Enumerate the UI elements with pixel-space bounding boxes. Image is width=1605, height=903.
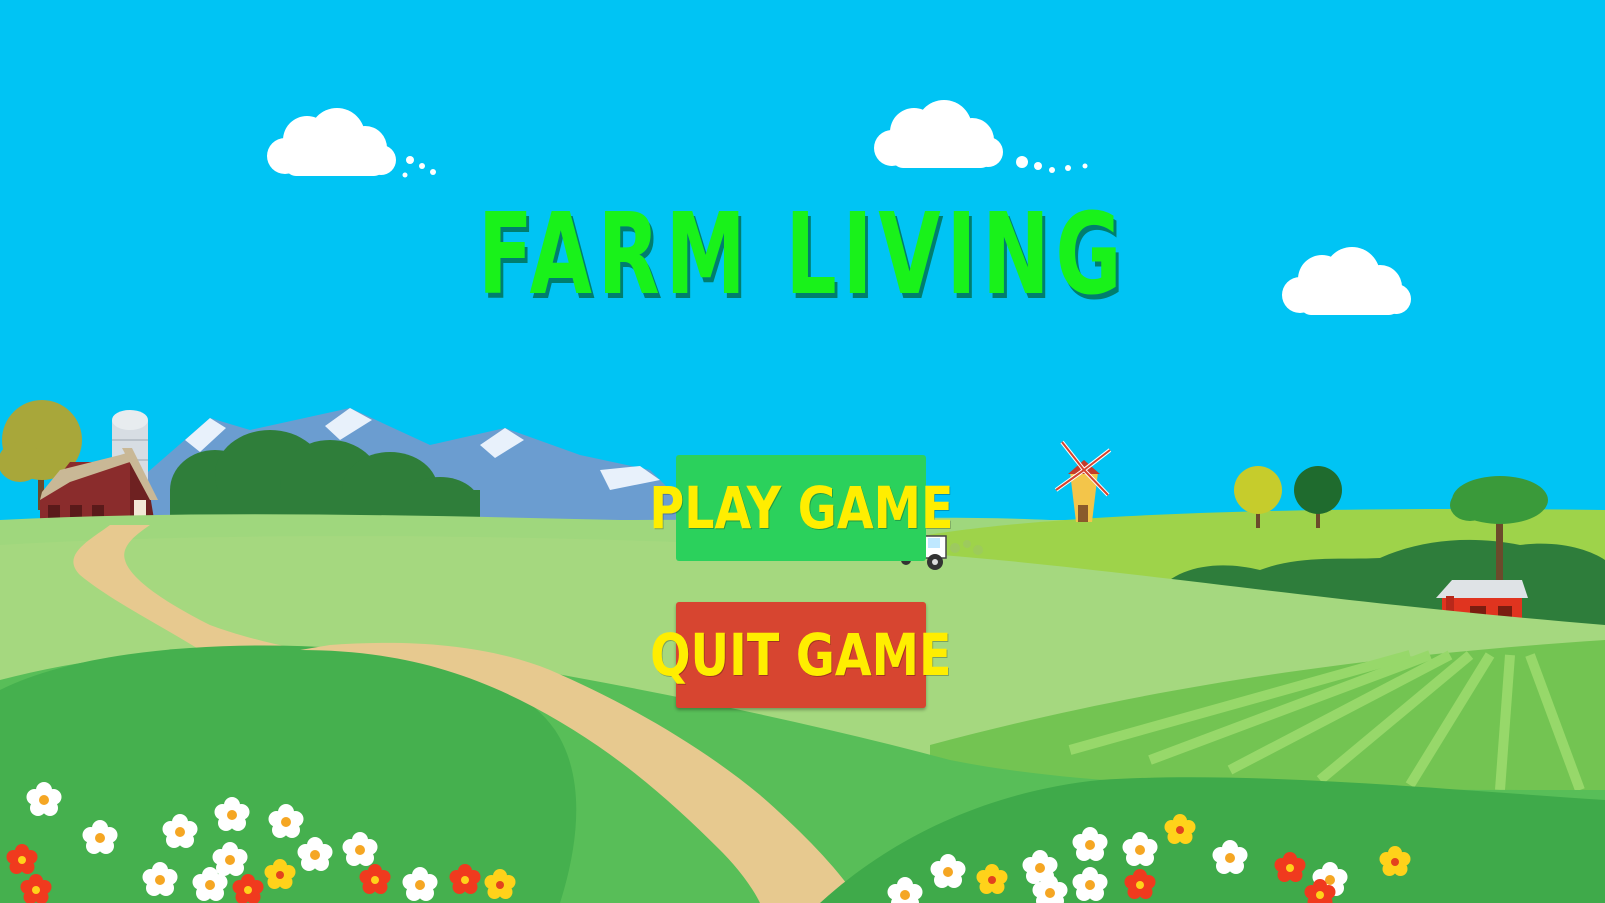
main-menu-screen: FARM LIVING PLAY GAME QUIT GAME [0,0,1605,903]
game-title: FARM LIVING [477,190,1128,320]
play-game-label: PLAY GAME [648,474,954,542]
play-game-button[interactable]: PLAY GAME [649,455,953,561]
farm-landscape-background [0,0,1605,903]
quit-game-button[interactable]: QUIT GAME [650,602,952,708]
quit-game-label: QUIT GAME [650,621,952,689]
